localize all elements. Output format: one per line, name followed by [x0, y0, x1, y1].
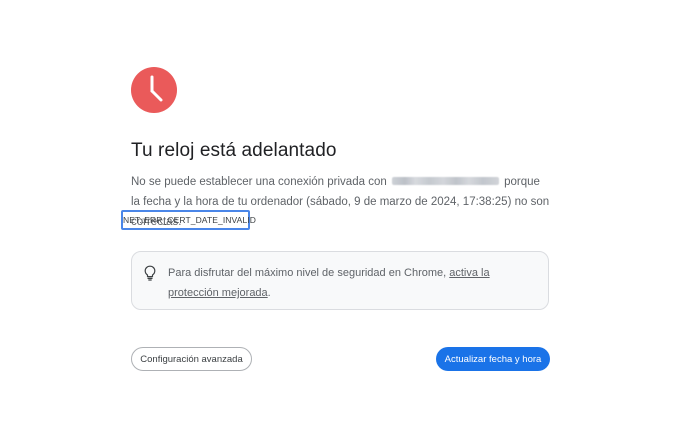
page-title: Tu reloj está adelantado: [131, 140, 337, 161]
info-text: Para disfrutar del máximo nivel de segur…: [168, 267, 450, 279]
error-code[interactable]: NET::ERR_CERT_DATE_INVALID: [121, 210, 256, 230]
enhanced-protection-text: Para disfrutar del máximo nivel de segur…: [168, 263, 538, 303]
info-suffix: .: [267, 287, 271, 299]
clock-icon: [131, 67, 177, 113]
enhanced-protection-card: Para disfrutar del máximo nivel de segur…: [131, 251, 549, 310]
lightbulb-icon: [144, 265, 156, 281]
description-text-before: No se puede establecer una conexión priv…: [131, 176, 387, 188]
update-date-time-button[interactable]: Actualizar fecha y hora: [436, 347, 550, 371]
advanced-settings-button[interactable]: Configuración avanzada: [131, 347, 252, 371]
blurred-domain: [391, 176, 499, 185]
